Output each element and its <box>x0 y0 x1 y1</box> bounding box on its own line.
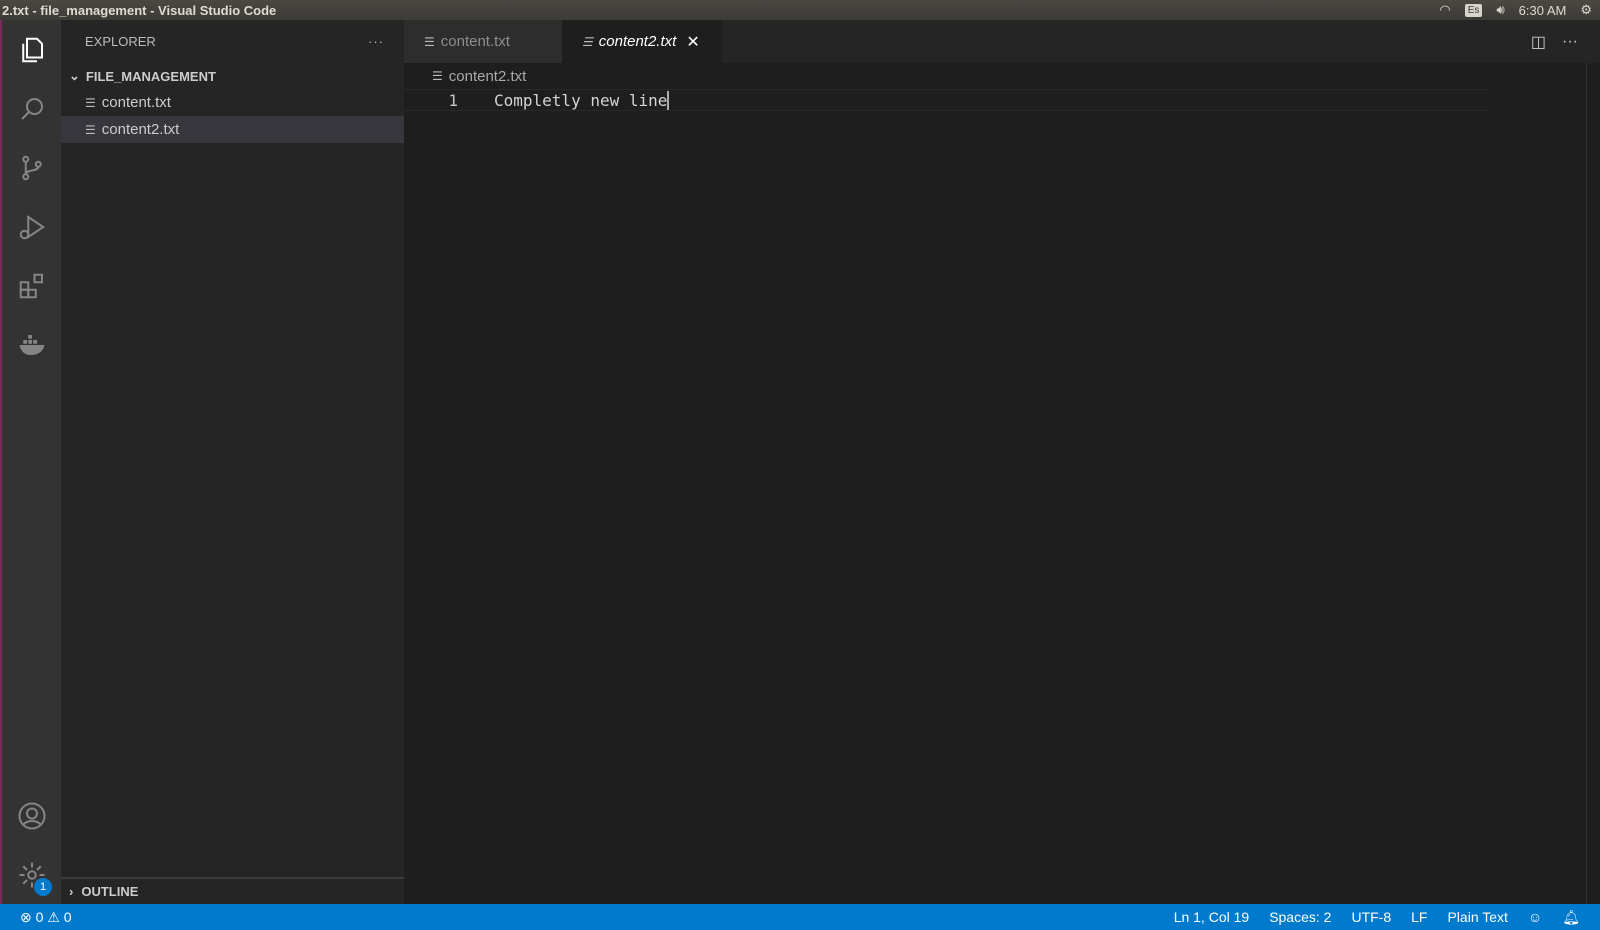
sidebar-title: EXPLORER <box>85 34 156 49</box>
window-title: 2.txt - file_management - Visual Studio … <box>2 2 277 18</box>
tab-bar: ☰ content.txt ☰ content2.txt ✕ ◫ ··· <box>404 20 1600 63</box>
line-text[interactable]: Completly new line <box>494 91 667 110</box>
text-file-icon: ☰ <box>85 95 96 110</box>
status-bar: ⊗ 0 ⚠ 0 Ln 1, Col 19 Spaces: 2 UTF-8 LF … <box>0 904 1600 930</box>
volume-icon[interactable]: 🔊︎ <box>1496 2 1504 18</box>
file-label: content.txt <box>101 94 171 111</box>
code-line[interactable]: 1 Completly new line <box>404 89 1490 111</box>
text-cursor <box>667 90 670 110</box>
wifi-icon[interactable]: ◠ <box>1439 2 1450 18</box>
explorer-sidebar: EXPLORER ··· ⌄ FILE_MANAGEMENT ☰ content.tx… <box>61 20 404 904</box>
tab-content2-txt[interactable]: ☰ content2.txt ✕ <box>562 20 722 63</box>
settings-badge: 1 <box>34 878 52 896</box>
split-editor-icon[interactable]: ◫ <box>1531 32 1546 52</box>
warning-count: 0 <box>63 908 72 925</box>
minimap-scrollbar[interactable] <box>1586 63 1600 904</box>
file-label: content2.txt <box>101 121 180 138</box>
cursor-position[interactable]: Ln 1, Col 19 <box>1174 909 1250 925</box>
text-file-icon: ☰ <box>424 34 435 49</box>
notifications-bell-icon[interactable]: 🔔︎ <box>1562 909 1580 926</box>
more-actions-button[interactable]: ··· <box>368 34 384 49</box>
system-top-bar: 2.txt - file_management - Visual Studio … <box>0 0 1600 20</box>
explorer-icon[interactable] <box>1 20 62 79</box>
end-of-line[interactable]: LF <box>1411 909 1427 925</box>
search-icon[interactable] <box>1 79 62 138</box>
error-icon: ⊗ <box>20 908 32 925</box>
tab-content-txt[interactable]: ☰ content.txt <box>404 20 562 63</box>
breadcrumb[interactable]: ☰ content2.txt <box>404 63 1600 89</box>
file-item-content2-txt[interactable]: ☰ content2.txt <box>61 116 404 143</box>
folder-file-management[interactable]: ⌄ FILE_MANAGEMENT <box>61 63 404 89</box>
close-icon[interactable]: ✕ <box>686 32 699 52</box>
outline-section[interactable]: › OUTLINE <box>61 877 404 904</box>
warning-icon: ⚠ <box>47 908 60 925</box>
language-mode[interactable]: Plain Text <box>1447 909 1507 925</box>
error-count: 0 <box>35 908 44 925</box>
settings-gear-icon[interactable]: 1 <box>1 845 62 904</box>
encoding[interactable]: UTF-8 <box>1351 909 1391 925</box>
chevron-down-icon: ⌄ <box>69 68 80 83</box>
docker-icon[interactable] <box>1 315 62 374</box>
feedback-icon[interactable]: ☺ <box>1528 909 1542 925</box>
power-icon[interactable]: ⚙ <box>1580 2 1592 18</box>
text-file-icon: ☰ <box>432 69 443 83</box>
indentation[interactable]: Spaces: 2 <box>1269 909 1331 925</box>
extensions-icon[interactable] <box>1 256 62 315</box>
account-icon[interactable] <box>1 786 62 845</box>
problems-indicator[interactable]: ⊗ 0 ⚠ 0 <box>20 909 72 926</box>
text-file-icon: ☰ <box>582 34 593 49</box>
folder-label: FILE_MANAGEMENT <box>85 68 216 84</box>
file-item-content-txt[interactable]: ☰ content.txt <box>61 89 404 116</box>
editor-area: ☰ content.txt ☰ content2.txt ✕ ◫ ··· ☰ conten… <box>404 20 1600 904</box>
source-control-icon[interactable] <box>1 138 62 197</box>
outline-label: OUTLINE <box>81 884 139 899</box>
keyboard-layout-indicator[interactable]: Es <box>1464 3 1483 17</box>
line-number: 1 <box>448 90 458 110</box>
clock[interactable]: 6:30 AM <box>1519 3 1567 18</box>
run-debug-icon[interactable] <box>1 197 62 256</box>
text-file-icon: ☰ <box>85 122 96 137</box>
activity-bar: 1 <box>0 20 61 904</box>
chevron-right-icon: › <box>69 884 74 899</box>
tab-label: content2.txt <box>598 33 677 50</box>
tab-label: content.txt <box>440 33 510 50</box>
more-actions-icon[interactable]: ··· <box>1562 33 1578 51</box>
breadcrumb-file: content2.txt <box>448 67 527 85</box>
